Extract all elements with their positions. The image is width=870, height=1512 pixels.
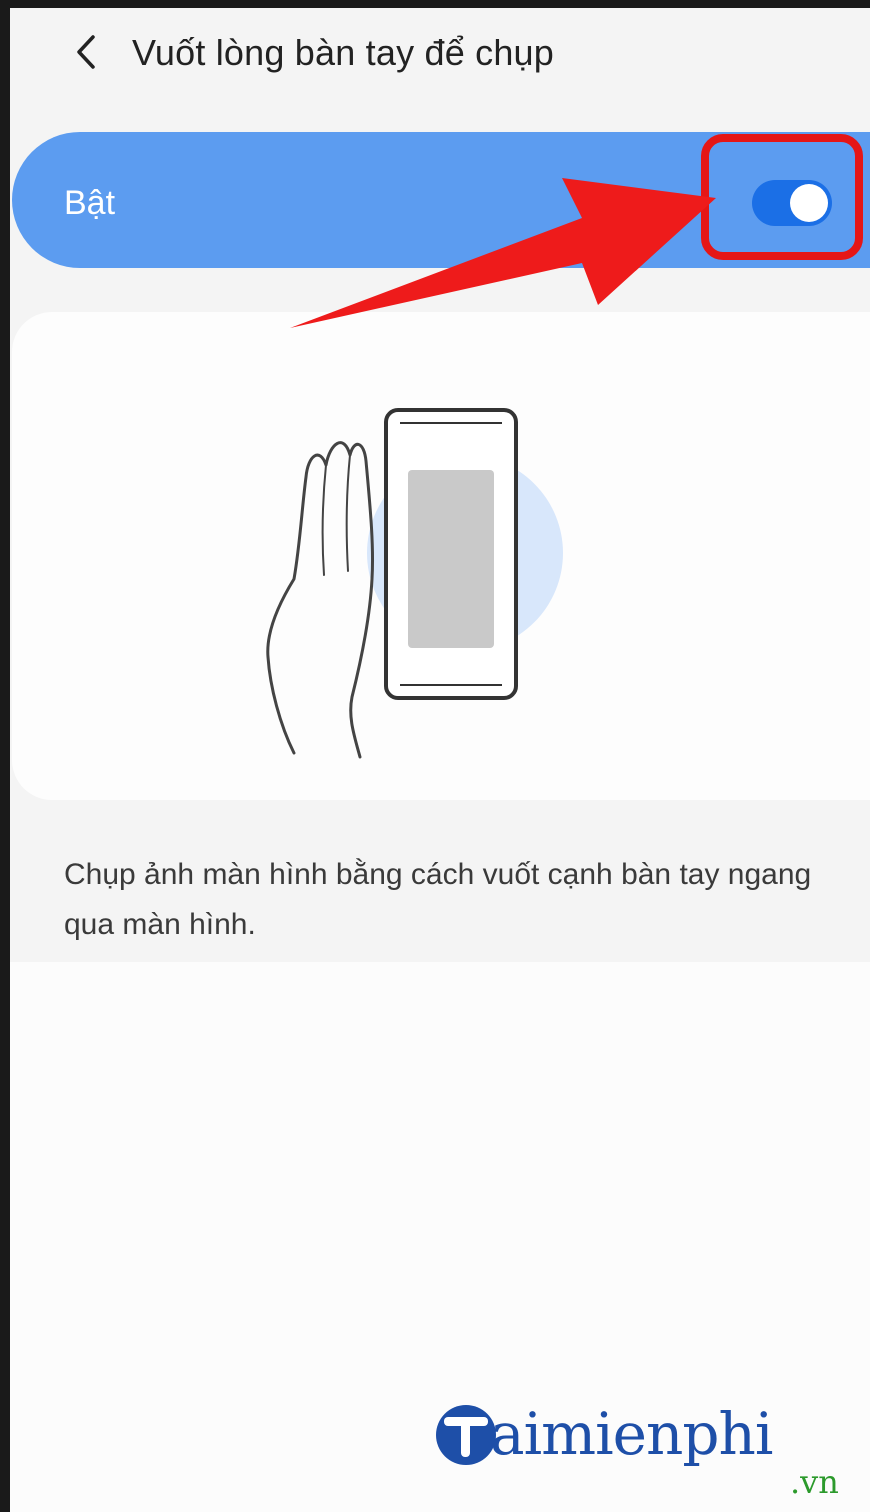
red-arrow-icon: [290, 178, 716, 328]
palm-swipe-illustration-icon: [266, 408, 563, 759]
watermark-domain: .vn: [790, 1463, 839, 1501]
watermark-brand: aimienphi: [490, 1400, 773, 1468]
feature-description: Chụp ảnh màn hình bằng cách vuốt cạnh bà…: [64, 858, 812, 941]
